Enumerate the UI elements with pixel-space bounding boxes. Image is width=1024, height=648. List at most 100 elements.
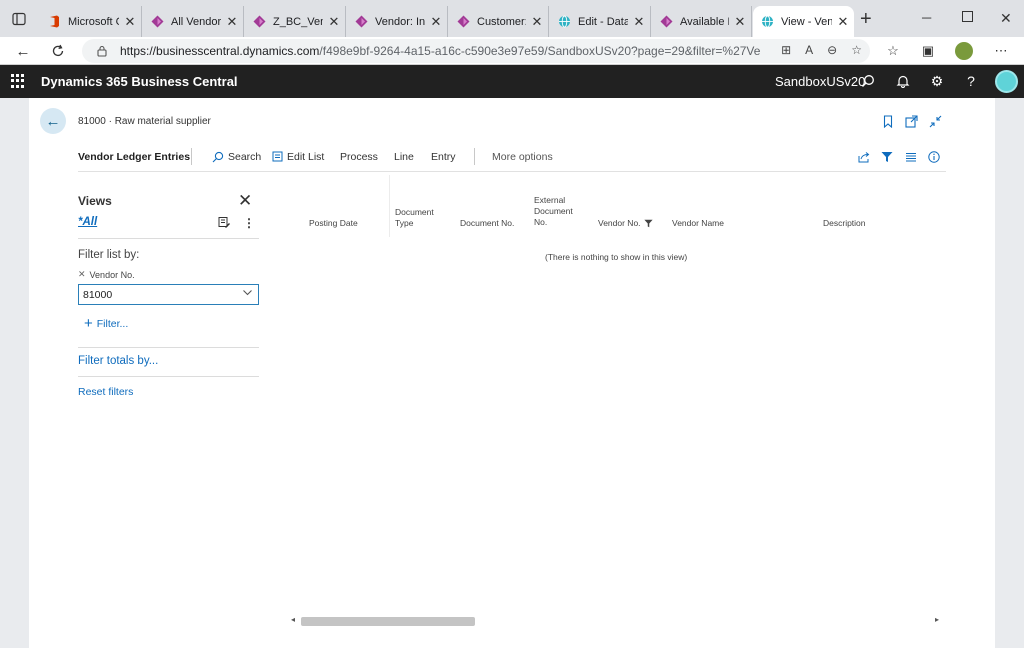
favorites-icon[interactable]: ☆ [884, 42, 902, 60]
list-view-icon[interactable] [904, 150, 918, 164]
column-header-posting-date[interactable]: Posting Date [309, 218, 358, 229]
power-apps-icon [253, 15, 266, 28]
tab-title: All Vendors [171, 15, 221, 28]
collapse-icon[interactable] [928, 114, 942, 128]
scroll-right-icon[interactable]: ▸ [935, 615, 939, 624]
company-name[interactable]: SandboxUSv20 [775, 74, 865, 89]
power-apps-icon [355, 15, 368, 28]
back-arrow-icon[interactable]: ← [12, 40, 34, 62]
browser-tab[interactable]: Vendor: Info ✕ [347, 6, 448, 37]
collections-icon[interactable]: ▣ [919, 42, 937, 60]
add-filter-button[interactable]: + Filter... [84, 315, 128, 332]
close-window-icon[interactable]: ✕ [1000, 10, 1012, 27]
more-icon[interactable]: ⋯ [992, 42, 1010, 60]
remove-filter-icon[interactable]: ✕ [78, 269, 86, 280]
close-tab-icon[interactable]: ✕ [327, 14, 341, 29]
browser-tab[interactable]: Z_BC_Vendors ✕ [245, 6, 346, 37]
power-apps-icon [660, 15, 673, 28]
maximize-icon[interactable] [962, 10, 973, 25]
tab-title: Edit - Dataverse [578, 15, 628, 28]
process-menu[interactable]: Process [340, 151, 378, 163]
refresh-icon[interactable] [47, 40, 69, 62]
filter-totals-link[interactable]: Filter totals by... [78, 355, 158, 367]
vendor-no-filter-input[interactable]: 81000 [78, 284, 259, 305]
bell-icon[interactable] [895, 73, 911, 89]
gear-icon[interactable]: ⚙ [929, 73, 945, 89]
app-title[interactable]: Dynamics 365 Business Central [41, 74, 238, 89]
column-header-document-no[interactable]: Document No. [460, 218, 514, 229]
browser-tab[interactable]: All Vendors ✕ [143, 6, 244, 37]
search-action[interactable]: Search [212, 151, 261, 163]
tab-actions-icon[interactable] [9, 9, 29, 29]
views-heading: Views [78, 194, 112, 208]
column-header-description[interactable]: Description [823, 218, 866, 229]
more-options-button[interactable]: More options [492, 151, 553, 163]
breadcrumb: 81000 · Raw material supplier [78, 116, 211, 127]
new-tab-icon[interactable]: + [860, 9, 872, 29]
app-header: Dynamics 365 Business Central SandboxUSv… [0, 65, 1024, 98]
plus-icon: + [84, 315, 93, 332]
scrollbar-thumb[interactable] [301, 617, 475, 626]
close-icon[interactable]: ✕ [238, 191, 252, 211]
edit-list-action[interactable]: Edit List [272, 151, 324, 163]
info-icon[interactable] [927, 150, 941, 164]
horizontal-scrollbar[interactable]: ◂ ▸ [289, 615, 943, 627]
filter-field-label: ✕ Vendor No. [78, 269, 135, 280]
browser-tab-strip: Microsoft Copilot ✕ All Vendors ✕ Z_BC_V… [0, 0, 1024, 37]
divider [78, 376, 259, 377]
apps-icon[interactable]: ⊞ [781, 43, 791, 57]
browser-tab[interactable]: Customer: Info ✕ [449, 6, 549, 37]
scroll-left-icon[interactable]: ◂ [291, 615, 295, 624]
search-icon [212, 151, 224, 163]
filter-icon[interactable] [880, 150, 894, 164]
column-header-vendor-name[interactable]: Vendor Name [672, 218, 724, 229]
reset-filters-link[interactable]: Reset filters [78, 386, 133, 398]
close-tab-icon[interactable]: ✕ [225, 14, 239, 29]
filter-list-heading: Filter list by: [78, 249, 140, 261]
avatar[interactable] [995, 70, 1018, 93]
close-tab-icon[interactable]: ✕ [632, 14, 646, 29]
globe-icon [559, 15, 570, 28]
close-tab-icon[interactable]: ✕ [530, 14, 544, 29]
column-header-document-type[interactable]: Document Type [395, 207, 434, 229]
save-view-icon[interactable] [218, 216, 230, 231]
filter-icon [643, 219, 653, 228]
close-tab-icon[interactable]: ✕ [429, 14, 443, 29]
column-header-vendor-no[interactable]: Vendor No. [598, 218, 653, 229]
zoom-icon[interactable]: ⊖ [827, 43, 837, 57]
chevron-down-icon[interactable] [242, 287, 253, 301]
browser-tab-active[interactable]: View - Vendor Ledger ✕ [753, 6, 854, 37]
favorite-add-icon[interactable]: ☆ [851, 43, 862, 57]
more-vertical-icon[interactable]: ⋮ [243, 216, 255, 230]
browser-tab[interactable]: Microsoft Copilot ✕ [40, 6, 142, 37]
line-menu[interactable]: Line [394, 151, 414, 163]
open-new-window-icon[interactable] [904, 114, 918, 128]
share-icon[interactable] [857, 150, 871, 164]
lock-icon [97, 45, 107, 57]
page-title[interactable]: Vendor Ledger Entries [78, 151, 190, 163]
power-apps-icon [457, 15, 470, 28]
browser-tab[interactable]: Available Business ✕ [652, 6, 752, 37]
close-tab-icon[interactable]: ✕ [836, 14, 850, 29]
read-aloud-icon[interactable]: A [805, 43, 813, 57]
browser-tab[interactable]: Edit - Dataverse ✕ [550, 6, 651, 37]
profile-icon[interactable] [955, 42, 973, 60]
action-bar: Vendor Ledger Entries Search Edit List P… [78, 142, 946, 172]
bookmark-icon[interactable] [881, 114, 895, 128]
minimize-icon[interactable]: ─ [922, 10, 931, 25]
entry-menu[interactable]: Entry [431, 151, 456, 163]
view-all-link[interactable]: *All [78, 216, 97, 228]
column-header-external-document-no[interactable]: External Document No. [534, 195, 573, 228]
back-button[interactable]: ← [40, 108, 66, 134]
divider [474, 148, 475, 165]
search-icon[interactable] [860, 73, 876, 89]
close-tab-icon[interactable]: ✕ [123, 14, 137, 29]
url-field[interactable]: https://businesscentral.dynamics.com/f49… [82, 39, 870, 63]
app-launcher-icon[interactable] [11, 74, 25, 88]
help-icon[interactable]: ? [963, 73, 979, 89]
tab-title: Microsoft Copilot [68, 15, 119, 28]
tab-title: Customer: Info [477, 15, 526, 28]
edit-list-icon [272, 151, 283, 162]
address-bar: ← https://businesscentral.dynamics.com/f… [0, 37, 1024, 65]
close-tab-icon[interactable]: ✕ [733, 14, 747, 29]
